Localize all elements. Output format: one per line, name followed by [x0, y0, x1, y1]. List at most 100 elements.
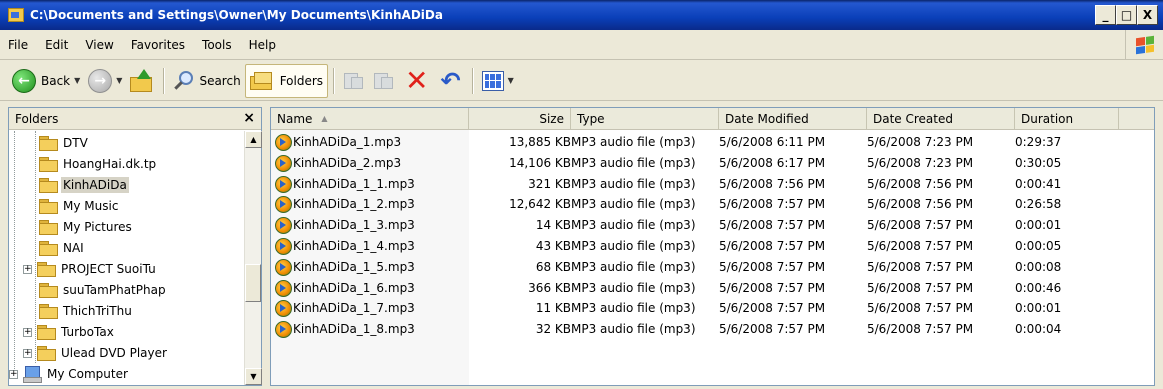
cell-modified: 5/6/2008 7:57 PM — [719, 218, 826, 233]
cell-created: 5/6/2008 7:57 PM — [867, 301, 974, 316]
cell-created: 5/6/2008 7:57 PM — [867, 239, 974, 253]
cell-type: MP3 audio file (mp3) — [571, 155, 696, 170]
folder-icon — [37, 262, 56, 277]
table-row[interactable]: KinhADiDa_1_7.mp3 11 KB MP3 audio file (mp… — [271, 298, 1154, 318]
menu-favorites[interactable]: Favorites — [131, 38, 185, 52]
expand-icon[interactable]: + — [9, 369, 18, 379]
computer-icon — [23, 366, 42, 383]
mp3-file-icon — [275, 175, 292, 193]
table-row[interactable]: KinhADiDa_1_1.mp3 321 KB MP3 audio file (m… — [271, 174, 1154, 194]
menu-tools[interactable]: Tools — [202, 38, 232, 52]
menu-help[interactable]: Help — [249, 38, 276, 52]
column-header-name[interactable]: Name ▲ — [271, 108, 469, 129]
cell-type: MP3 audio file (mp3) — [571, 301, 696, 316]
menu-bar: File Edit View Favorites Tools Help — [0, 30, 1163, 60]
table-row[interactable]: KinhADiDa_1_3.mp3 14 KB MP3 audio file (mp… — [271, 215, 1154, 235]
menu-edit[interactable]: Edit — [45, 38, 68, 52]
column-header-date-created[interactable]: Date Created — [867, 108, 1015, 129]
tree-item[interactable]: + TurboTax — [23, 322, 116, 342]
delete-icon[interactable]: ✕ — [405, 66, 428, 95]
close-icon[interactable]: × — [243, 110, 255, 126]
cell-name: KinhADiDa_1_5.mp3 — [275, 257, 415, 277]
cell-duration: 0:00:08 — [1015, 259, 1062, 274]
tree-item-label: My Computer — [47, 367, 128, 381]
move-to-icon[interactable] — [342, 70, 366, 92]
table-row[interactable]: KinhADiDa_1_4.mp3 43 KB MP3 audio file (mp… — [271, 236, 1154, 256]
forward-button[interactable]: → ▼ — [84, 64, 126, 98]
cell-modified: 5/6/2008 7:57 PM — [719, 322, 826, 337]
mp3-file-icon — [275, 300, 292, 318]
expand-icon[interactable]: + — [23, 348, 32, 358]
folders-button[interactable]: Folders — [244, 63, 329, 98]
scroll-down-icon[interactable]: ▼ — [245, 368, 262, 385]
folders-scrollbar[interactable]: ▲ ▼ — [244, 131, 262, 385]
expand-icon[interactable]: + — [23, 264, 32, 274]
cell-type: MP3 audio file (mp3) — [571, 135, 696, 149]
toolbar-separator — [333, 67, 335, 94]
tree-item[interactable]: + PROJECT SuoiTu — [23, 259, 158, 279]
tree-item[interactable]: HoangHai.dk.tp — [39, 154, 158, 174]
forward-dropdown-icon[interactable]: ▼ — [116, 76, 122, 85]
mp3-file-icon — [275, 196, 292, 214]
close-button[interactable]: X — [1137, 5, 1158, 25]
folders-icon — [249, 71, 274, 91]
expand-icon[interactable]: + — [23, 327, 32, 337]
column-header-type[interactable]: Type — [571, 108, 719, 129]
tree-item-label: ThichTriThu — [63, 304, 132, 318]
scroll-up-icon[interactable]: ▲ — [245, 131, 262, 148]
cell-created: 5/6/2008 7:57 PM — [867, 280, 974, 295]
table-row[interactable]: KinhADiDa_1_5.mp3 68 KB MP3 audio file (mp… — [271, 257, 1154, 277]
pane-splitter[interactable] — [263, 107, 269, 386]
file-name: KinhADiDa_1_6.mp3 — [293, 280, 415, 295]
mp3-file-icon — [275, 258, 292, 276]
table-row[interactable]: KinhADiDa_1_8.mp3 32 KB MP3 audio file (mp… — [271, 319, 1154, 339]
file-list: Name ▲ Size Type Date Modified Date Crea… — [270, 107, 1155, 386]
cell-size: 43 KB — [535, 239, 571, 253]
file-name: KinhADiDa_1.mp3 — [293, 135, 402, 149]
cell-size: 14 KB — [535, 218, 571, 233]
table-row[interactable]: KinhADiDa_1.mp3 13,885 KB MP3 audio file (… — [271, 132, 1154, 152]
up-button[interactable] — [126, 64, 158, 98]
cell-size: 366 KB — [528, 280, 571, 295]
tree-item[interactable]: DTV — [39, 133, 90, 153]
menu-file[interactable]: File — [8, 38, 28, 52]
table-row[interactable]: KinhADiDa_1_6.mp3 366 KB MP3 audio file (m… — [271, 278, 1154, 298]
cell-duration: 0:00:46 — [1015, 280, 1062, 295]
tree-item[interactable]: My Pictures — [39, 217, 134, 237]
tree-item[interactable]: + My Computer — [9, 364, 130, 384]
undo-icon[interactable]: ↶ — [441, 69, 461, 93]
maximize-button[interactable]: □ — [1116, 5, 1137, 25]
column-header-date-modified[interactable]: Date Modified — [719, 108, 867, 129]
mp3-file-icon — [275, 238, 292, 255]
cell-modified: 5/6/2008 7:56 PM — [719, 176, 826, 191]
cell-size: 321 KB — [528, 176, 571, 191]
column-header-duration[interactable]: Duration — [1015, 108, 1119, 129]
cell-name: KinhADiDa_1_8.mp3 — [275, 319, 415, 339]
back-button[interactable]: ← Back ▼ — [8, 64, 84, 98]
table-row[interactable]: KinhADiDa_1_2.mp3 12,642 KB MP3 audio file… — [271, 194, 1154, 214]
tree-item[interactable]: NAI — [39, 238, 86, 258]
search-button[interactable]: Search — [169, 64, 244, 98]
column-header-size[interactable]: Size — [469, 108, 571, 129]
tree-item[interactable]: My Music — [39, 196, 120, 216]
views-dropdown-icon[interactable]: ▼ — [508, 76, 514, 85]
menu-view[interactable]: View — [85, 38, 113, 52]
title-bar[interactable]: C:\Documents and Settings\Owner\My Docum… — [0, 0, 1163, 30]
views-button[interactable]: ▼ — [478, 64, 518, 98]
minimize-button[interactable]: _ — [1095, 5, 1116, 25]
mp3-file-icon — [275, 321, 292, 339]
tree-item[interactable]: suuTamPhatPhap — [39, 280, 168, 300]
tree-item[interactable]: ThichTriThu — [39, 301, 134, 321]
cell-duration: 0:00:05 — [1015, 239, 1062, 253]
file-name: KinhADiDa_1_8.mp3 — [293, 322, 415, 337]
file-name: KinhADiDa_1_2.mp3 — [293, 197, 415, 212]
tree-item-label: TurboTax — [61, 325, 114, 339]
copy-to-icon[interactable] — [372, 70, 396, 92]
table-row[interactable]: KinhADiDa_2.mp3 14,106 KB MP3 audio file (… — [271, 153, 1154, 173]
folder-icon — [39, 283, 58, 298]
tree-item[interactable]: + Ulead DVD Player — [23, 343, 169, 363]
cell-size: 32 KB — [535, 322, 571, 337]
tree-item-selected[interactable]: KinhADiDa — [39, 175, 129, 195]
back-dropdown-icon[interactable]: ▼ — [74, 76, 80, 85]
scroll-thumb[interactable] — [245, 264, 261, 302]
